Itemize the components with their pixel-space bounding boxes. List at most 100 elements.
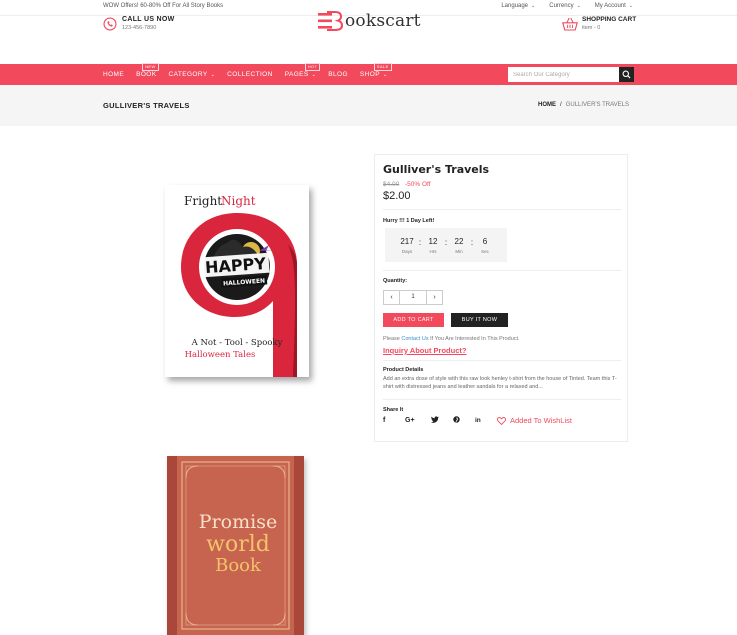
decrease-button[interactable]: ‹ [384, 291, 399, 304]
wishlist-button[interactable]: Added To WishList [497, 416, 572, 425]
search-input[interactable] [508, 67, 619, 82]
chevron-left-icon: ‹ [390, 294, 393, 301]
nav-label: SHOP [359, 71, 380, 78]
chevron-down-icon: ⌄ [311, 72, 317, 78]
hot-badge: HOT [304, 63, 321, 71]
nav-item-home[interactable]: HOME [103, 71, 124, 78]
share-label: Share It [383, 407, 404, 413]
currency-dropdown[interactable]: Currency ⌄ [549, 3, 581, 9]
timer-value: 22 [454, 236, 464, 246]
nav-item-pages[interactable]: HOT PAGES ⌄ [284, 63, 321, 78]
product-title: Gulliver's Travels [383, 163, 490, 176]
chevron-down-icon: ⌄ [210, 72, 216, 78]
pinterest-icon[interactable] [453, 416, 463, 425]
chevron-down-icon: ⌄ [382, 72, 388, 78]
countdown-timer: 217 Days : 12 Hrs : 22 Min : 6 Sec [385, 228, 507, 262]
share-icons: f G+ in Added To WishList [383, 416, 572, 425]
call-number: 123-456-7890 [122, 25, 157, 31]
quantity-input[interactable]: 1 [399, 291, 427, 304]
wishlist-label: Added To WishList [510, 416, 572, 425]
add-to-cart-button[interactable]: ADD TO CART [383, 313, 444, 327]
chevron-down-icon: ⌄ [576, 3, 581, 9]
buy-now-button[interactable]: BUY IT NOW [451, 313, 508, 327]
cover2-line-1: Promise [199, 511, 277, 533]
chevron-right-icon: › [433, 294, 436, 301]
account-label: My Account [594, 3, 626, 9]
top-links: Language ⌄ Currency ⌄ My Account ⌄ [501, 3, 633, 9]
breadcrumb-home[interactable]: HOME [538, 102, 556, 108]
main-nav: HOME NEW BOOK CATEGORY ⌄ COLLECTION HOT PAG… [0, 63, 737, 85]
cart-count: item - 0 [582, 25, 601, 31]
timer-value: 6 [482, 236, 488, 246]
logo-text: ookscart [345, 11, 421, 31]
current-price: $2.00 [383, 190, 411, 202]
breadcrumb-separator: / [560, 102, 562, 108]
google-plus-icon[interactable]: G+ [405, 417, 419, 424]
search-button[interactable] [619, 67, 634, 82]
timer-seconds: 6 Sec [474, 237, 496, 254]
basket-icon [562, 17, 578, 31]
contact-note-post: If You Are Interested In This Product. [428, 336, 520, 342]
timer-minutes: 22 Min [448, 237, 470, 254]
divider [383, 209, 621, 210]
breadcrumb-current: GULLIVER'S TRAVELS [565, 102, 629, 108]
contact-note: Please Contact Us If You Are Interested … [383, 336, 520, 342]
timer-unit: Min [455, 248, 463, 254]
call-title: CALL US NOW [122, 16, 175, 23]
divider [383, 399, 621, 400]
nav-label: BOOK [136, 71, 157, 78]
cart-title: SHOPPING CART [582, 16, 637, 23]
nav-item-collection[interactable]: COLLECTION [227, 71, 273, 78]
linkedin-icon[interactable]: in [475, 417, 485, 424]
product-image-secondary[interactable]: Promise world Book [167, 456, 304, 635]
cover-title-b: Night [221, 194, 256, 208]
nav-label: HOME [103, 71, 125, 78]
currency-label: Currency [549, 3, 574, 9]
divider [383, 360, 621, 361]
facebook-icon[interactable]: f [383, 417, 393, 424]
details-text: Add an extra dose of style with this raw… [383, 376, 617, 390]
site-logo[interactable]: ookscart [318, 11, 421, 31]
nav-item-shop[interactable]: SALE SHOP ⌄ [359, 63, 392, 78]
sale-badge: SALE [373, 63, 392, 71]
nav-label: COLLECTION [227, 71, 273, 78]
nav-item-category[interactable]: CATEGORY ⌄ [169, 71, 216, 78]
old-price: $4.00 [383, 181, 400, 188]
account-dropdown[interactable]: My Account ⌄ [595, 3, 633, 9]
cover-line-2: Halloween Tales [185, 350, 256, 360]
nav-item-book[interactable]: NEW BOOK [136, 63, 159, 78]
language-dropdown[interactable]: Language ⌄ [501, 3, 535, 9]
twitter-icon[interactable] [431, 416, 441, 425]
book-cover-promise: Promise world Book [167, 456, 304, 635]
promo-text: WOW Offers! 60-80% Off For All Story Boo… [103, 3, 224, 9]
language-label: Language [501, 3, 529, 9]
cover2-line-3: Book [215, 555, 262, 576]
discount-badge: -50% Off [405, 181, 431, 188]
divider [383, 270, 621, 271]
timer-unit: Sec [481, 248, 489, 254]
timer-hours: 12 Hrs [422, 237, 444, 254]
details-label: Product Details [383, 367, 424, 373]
product-image-main[interactable]: Fright Night HAPPY HALLOWEEN A Not - Too… [165, 185, 309, 377]
timer-value: 12 [428, 236, 438, 246]
shopping-cart[interactable]: SHOPPING CART item - 0 [562, 16, 636, 31]
hurry-text: Hurry !!! 1 Day Left! [383, 218, 435, 224]
nav-label: PAGES [284, 71, 309, 78]
timer-value: 217 [400, 236, 414, 246]
phone-icon [103, 16, 117, 31]
product-info-panel: Gulliver's Travels $4.00 -50% Off $2.00 … [374, 154, 628, 442]
inquiry-link[interactable]: Inquiry About Product? [383, 346, 466, 355]
new-badge: NEW [142, 63, 159, 71]
heart-icon [497, 416, 506, 425]
timer-unit: Hrs [429, 248, 437, 254]
timer-days: 217 Days [396, 237, 418, 254]
chevron-down-icon: ⌄ [628, 3, 633, 9]
breadcrumb: HOME / GULLIVER'S TRAVELS [538, 102, 629, 108]
search-bar [508, 67, 634, 82]
page-header-band: GULLIVER'S TRAVELS HOME / GULLIVER'S TRA… [0, 85, 737, 126]
contact-us-link[interactable]: Contact Us [401, 336, 428, 342]
increase-button[interactable]: › [427, 291, 442, 304]
call-us[interactable]: CALL US NOW 123-456-7890 [103, 16, 175, 31]
quantity-stepper: ‹ 1 › [383, 290, 443, 305]
nav-item-blog[interactable]: BLOG [328, 71, 348, 78]
